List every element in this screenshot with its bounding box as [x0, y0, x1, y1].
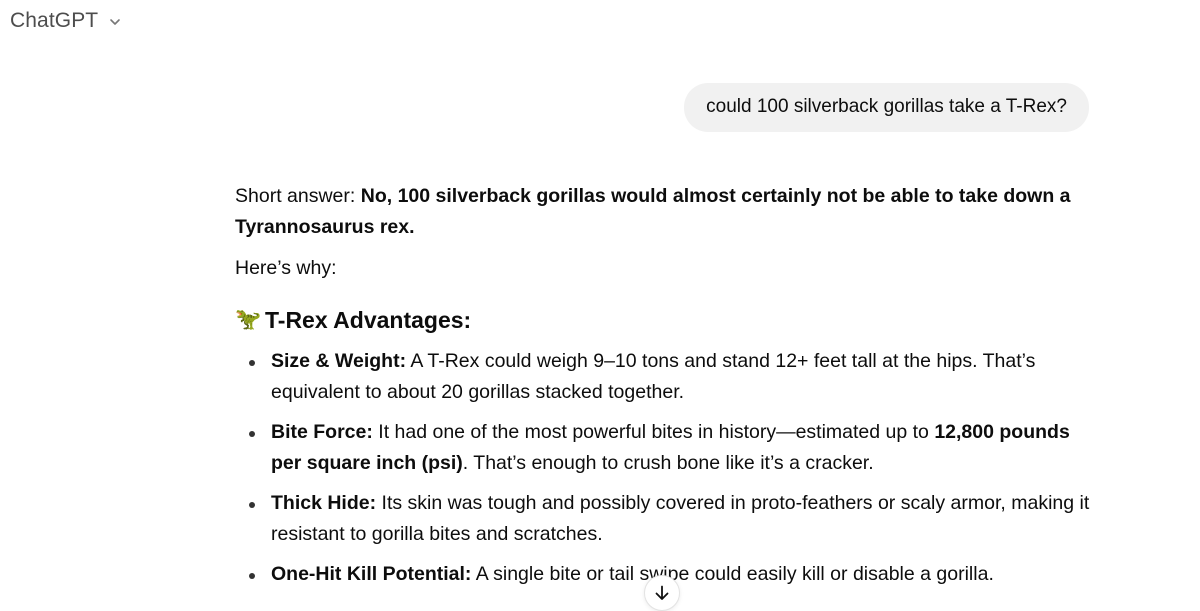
heres-why: Here’s why: — [235, 257, 337, 279]
intro-bold: No, 100 silverback gorillas would almost… — [235, 185, 1071, 238]
section-heading: 🦖 T-Rex Advantages: — [235, 304, 1095, 336]
bullet-label: Bite Force: — [271, 421, 373, 443]
section-title: T-Rex Advantages: — [265, 307, 472, 333]
chevron-down-icon — [110, 19, 121, 25]
answer-intro: Short answer: No, 100 silverback gorilla… — [235, 181, 1095, 243]
bullet-label: One-Hit Kill Potential: — [271, 563, 472, 585]
chat-page: ChatGPT could 100 silverback gorillas ta… — [0, 0, 1200, 611]
model-name: ChatGPT — [10, 9, 99, 32]
model-switcher[interactable]: ChatGPT — [10, 9, 122, 33]
bullet-text: A single bite or tail swipe could easily… — [471, 563, 994, 585]
bullet-text: Its skin was tough and possibly covered … — [271, 492, 1090, 545]
scroll-to-bottom-button[interactable] — [644, 575, 680, 611]
arrow-down-icon — [655, 585, 669, 600]
list-item: Thick Hide: Its skin was tough and possi… — [235, 488, 1095, 550]
bullet-label: Thick Hide: — [271, 492, 377, 514]
list-item: Size & Weight: A T-Rex could weigh 9–10 … — [235, 346, 1095, 408]
user-message-text: could 100 silverback gorillas take a T-R… — [706, 96, 1067, 117]
bullet-label: Size & Weight: — [271, 350, 407, 372]
bullet-text: It had one of the most powerful bites in… — [372, 421, 935, 443]
assistant-message: Short answer: No, 100 silverback gorilla… — [235, 181, 1095, 599]
user-message-bubble: could 100 silverback gorillas take a T-R… — [684, 83, 1089, 132]
intro-prefix: Short answer: — [235, 185, 361, 207]
advantages-list: Size & Weight: A T-Rex could weigh 9–10 … — [235, 346, 1095, 590]
dinosaur-icon: 🦖 — [235, 308, 262, 331]
bullet-text: . That’s enough to crush bone like it’s … — [462, 452, 874, 474]
list-item: Bite Force: It had one of the most power… — [235, 417, 1095, 479]
